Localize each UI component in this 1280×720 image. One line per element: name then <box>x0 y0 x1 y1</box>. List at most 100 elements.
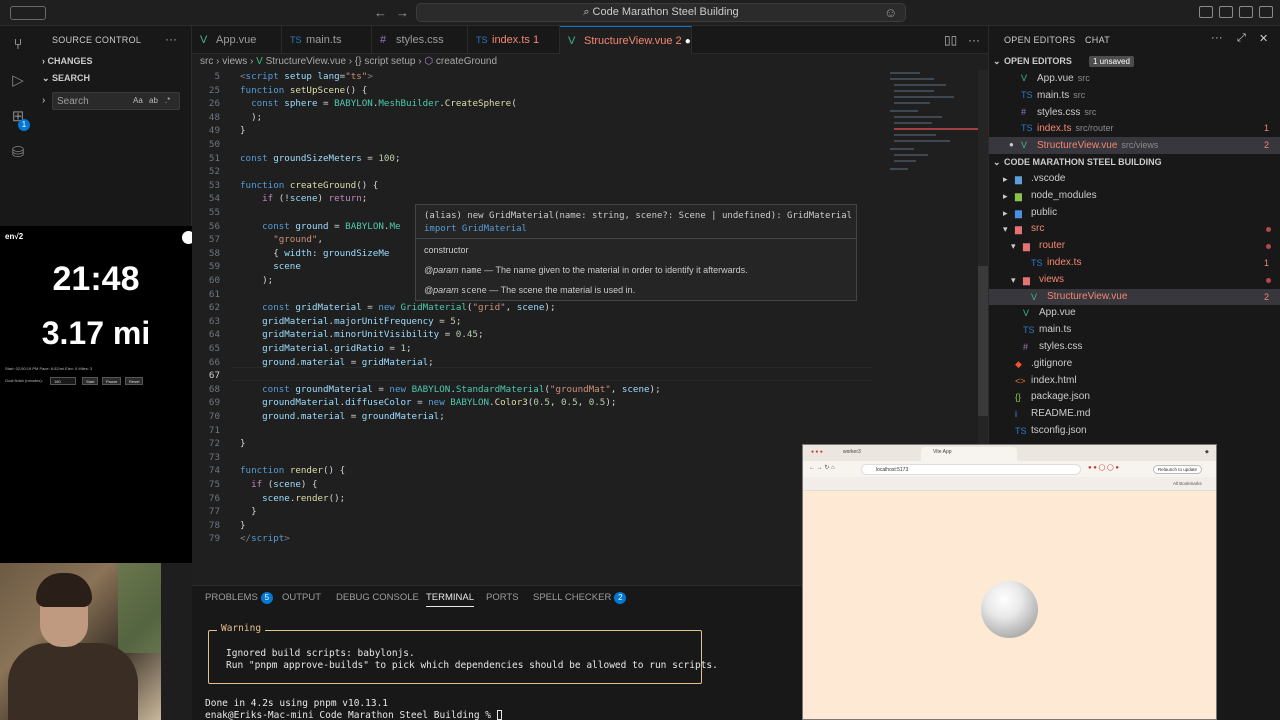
tree-item[interactable]: ▾ ▆ views <box>989 272 1280 289</box>
chevron-icon: ▸ <box>1003 174 1008 184</box>
tab-output[interactable]: OUTPUT <box>282 592 321 603</box>
chevron-down-icon: ⌄ <box>42 73 53 83</box>
code-editor[interactable]: 5 <script setup lang="ts"> 25 function set… <box>192 70 882 550</box>
breadcrumb-file[interactable]: StructureView.vue <box>266 56 346 67</box>
more-actions-icon[interactable]: ··· <box>165 32 177 46</box>
database-icon[interactable]: ⛁ <box>9 144 27 162</box>
sidebar-toggle-icon[interactable] <box>10 6 46 20</box>
copilot-icon[interactable]: ☺ <box>884 5 897 20</box>
tab-spell-checker[interactable]: SPELL CHECKER 2 <box>533 592 627 604</box>
unsaved-dot-icon[interactable]: ● <box>1009 137 1014 154</box>
goal-input[interactable]: 180 <box>50 377 76 385</box>
toggle-panel-icon[interactable] <box>1219 6 1233 18</box>
tab-error-count: 2 <box>675 35 682 47</box>
tab-debug-console[interactable]: DEBUG CONSOLE <box>336 592 419 603</box>
error-dot-icon <box>1266 244 1271 250</box>
tab-index-ts[interactable]: TS index.ts 1 <box>468 26 560 54</box>
more-actions-icon[interactable]: ··· <box>1211 32 1223 44</box>
tree-item[interactable]: i README.md <box>989 406 1280 423</box>
folder-icon: ▆ <box>1015 174 1022 184</box>
tree-item[interactable]: <> index.html <box>989 373 1280 390</box>
vue-file-icon: V <box>256 56 266 67</box>
hover-signature: (alias) new GridMaterial(name: string, s… <box>424 211 853 221</box>
toggle-secondary-sidebar-icon[interactable] <box>1259 6 1273 18</box>
tab-problems[interactable]: PROBLEMS 5 <box>205 592 273 604</box>
file-icon: <> <box>1015 375 1026 386</box>
breadcrumb-views[interactable]: views <box>222 56 247 67</box>
more-actions-icon[interactable]: ··· <box>968 33 980 47</box>
chevron-right-icon[interactable]: › <box>42 95 45 106</box>
close-icon[interactable]: ✕ <box>1259 32 1269 45</box>
tree-item[interactable]: TS main.ts <box>989 322 1280 339</box>
browser-tab-2[interactable]: Vite App <box>921 447 1017 461</box>
match-case-toggle[interactable]: Aa <box>133 96 143 105</box>
breadcrumb-setup[interactable]: {} script setup <box>355 56 416 67</box>
back-arrow-icon[interactable]: ← <box>374 5 387 20</box>
tree-item[interactable]: # styles.css <box>989 339 1280 356</box>
open-editors-section[interactable]: ⌄ OPEN EDITORS 1 unsaved <box>989 53 1280 69</box>
all-bookmarks[interactable]: All Bookmarks <box>1173 481 1202 486</box>
search-section[interactable]: ⌄ SEARCH <box>42 73 90 84</box>
pause-button[interactable]: Pause <box>102 377 122 385</box>
tree-item[interactable]: ▾ ▆ src <box>989 221 1280 238</box>
tree-item[interactable]: ▾ ▆ router <box>989 238 1280 255</box>
tab-ports[interactable]: PORTS <box>486 592 519 603</box>
open-editor-item[interactable]: V App.vue src <box>989 70 1280 87</box>
run-debug-icon[interactable]: ▷ <box>9 72 27 90</box>
browser-tab-1[interactable]: worker3 <box>843 449 861 455</box>
project-section[interactable]: ⌄ CODE MARATHON STEEL BUILDING <box>989 154 1280 170</box>
bookmarks-bar: All Bookmarks <box>803 477 1216 491</box>
tab-styles-css[interactable]: # styles.css <box>372 26 468 54</box>
unsaved-dot-icon[interactable]: ● <box>685 36 691 47</box>
tree-item[interactable]: ▸ ▆ node_modules <box>989 188 1280 205</box>
scrollbar-thumb[interactable] <box>978 266 988 416</box>
changes-section[interactable]: › CHANGES <box>42 56 93 66</box>
search-input[interactable]: Search Aa ab .* <box>52 92 180 110</box>
browser-menu-icon[interactable]: ◆ <box>1205 449 1209 455</box>
source-control-icon[interactable]: ⑂ <box>9 36 27 54</box>
chevron-icon: ▾ <box>1011 274 1016 285</box>
window-controls[interactable]: ● ● ● <box>811 449 823 455</box>
tree-item[interactable]: TS index.ts 1 <box>989 255 1280 272</box>
tree-item[interactable]: V StructureView.vue 2 <box>989 288 1280 306</box>
forward-arrow-icon[interactable]: → <box>396 5 409 20</box>
open-editor-item[interactable]: ● V StructureView.vue src/views 2 <box>989 137 1280 154</box>
open-editor-item[interactable]: TS main.ts src <box>989 87 1280 104</box>
start-button[interactable]: Start <box>82 377 99 385</box>
reset-button[interactable]: Reset <box>125 377 144 385</box>
ts-file-icon: TS <box>290 35 302 45</box>
browser-nav-icons[interactable]: ← → ↻ ⌂ <box>809 464 835 471</box>
error-count: 1 <box>1263 123 1269 134</box>
toggle-bottom-panel-icon[interactable] <box>1239 6 1253 18</box>
layout-icon[interactable] <box>1199 6 1213 18</box>
tree-item[interactable]: ▸ ▆ public <box>989 205 1280 222</box>
vue-file-icon: V <box>200 34 208 46</box>
extension-icons[interactable]: ● ● ◯ ◯ ● <box>1088 464 1119 471</box>
minimap[interactable] <box>888 70 978 180</box>
tab-chat[interactable]: CHAT <box>1085 35 1110 45</box>
tree-item[interactable]: {} package.json <box>989 389 1280 406</box>
breadcrumb-src[interactable]: src <box>200 56 213 67</box>
maximize-icon[interactable]: ⤢ <box>1237 32 1246 45</box>
tab-main-ts[interactable]: TS main.ts <box>282 26 372 54</box>
tab-structureview-vue[interactable]: V StructureView.vue 2 ● <box>560 26 692 54</box>
tree-item[interactable]: V App.vue <box>989 305 1280 322</box>
tree-item[interactable]: ▸ ▆ .vscode <box>989 171 1280 188</box>
command-center-search[interactable]: ⌕ Code Marathon Steel Building <box>416 3 906 22</box>
url-input[interactable]: localhost:5173 <box>861 464 1081 475</box>
tree-item[interactable]: ◆ .gitignore <box>989 356 1280 373</box>
tab-open-editors[interactable]: OPEN EDITORS <box>1004 35 1075 45</box>
open-editor-item[interactable]: # styles.css src <box>989 104 1280 121</box>
tab-app-vue[interactable]: V App.vue <box>192 26 282 54</box>
unsaved-badge: 1 unsaved <box>1089 56 1134 67</box>
tree-item[interactable]: TS tsconfig.json <box>989 423 1280 440</box>
match-word-toggle[interactable]: ab <box>149 96 158 105</box>
tab-terminal[interactable]: TERMINAL <box>426 592 475 607</box>
open-editor-item[interactable]: TS index.ts src/router 1 <box>989 120 1280 137</box>
terminal-prompt[interactable]: enak@Eriks-Mac-mini Code Marathon Steel … <box>205 710 502 720</box>
split-editor-icon[interactable]: ▯▯ <box>944 33 957 47</box>
regex-toggle[interactable]: .* <box>165 96 170 105</box>
warning-box: Warning Ignored build scripts: babylonjs… <box>208 623 718 684</box>
breadcrumb-function[interactable]: createGround <box>436 56 497 67</box>
relaunch-button[interactable]: Relaunch to update <box>1153 465 1203 474</box>
